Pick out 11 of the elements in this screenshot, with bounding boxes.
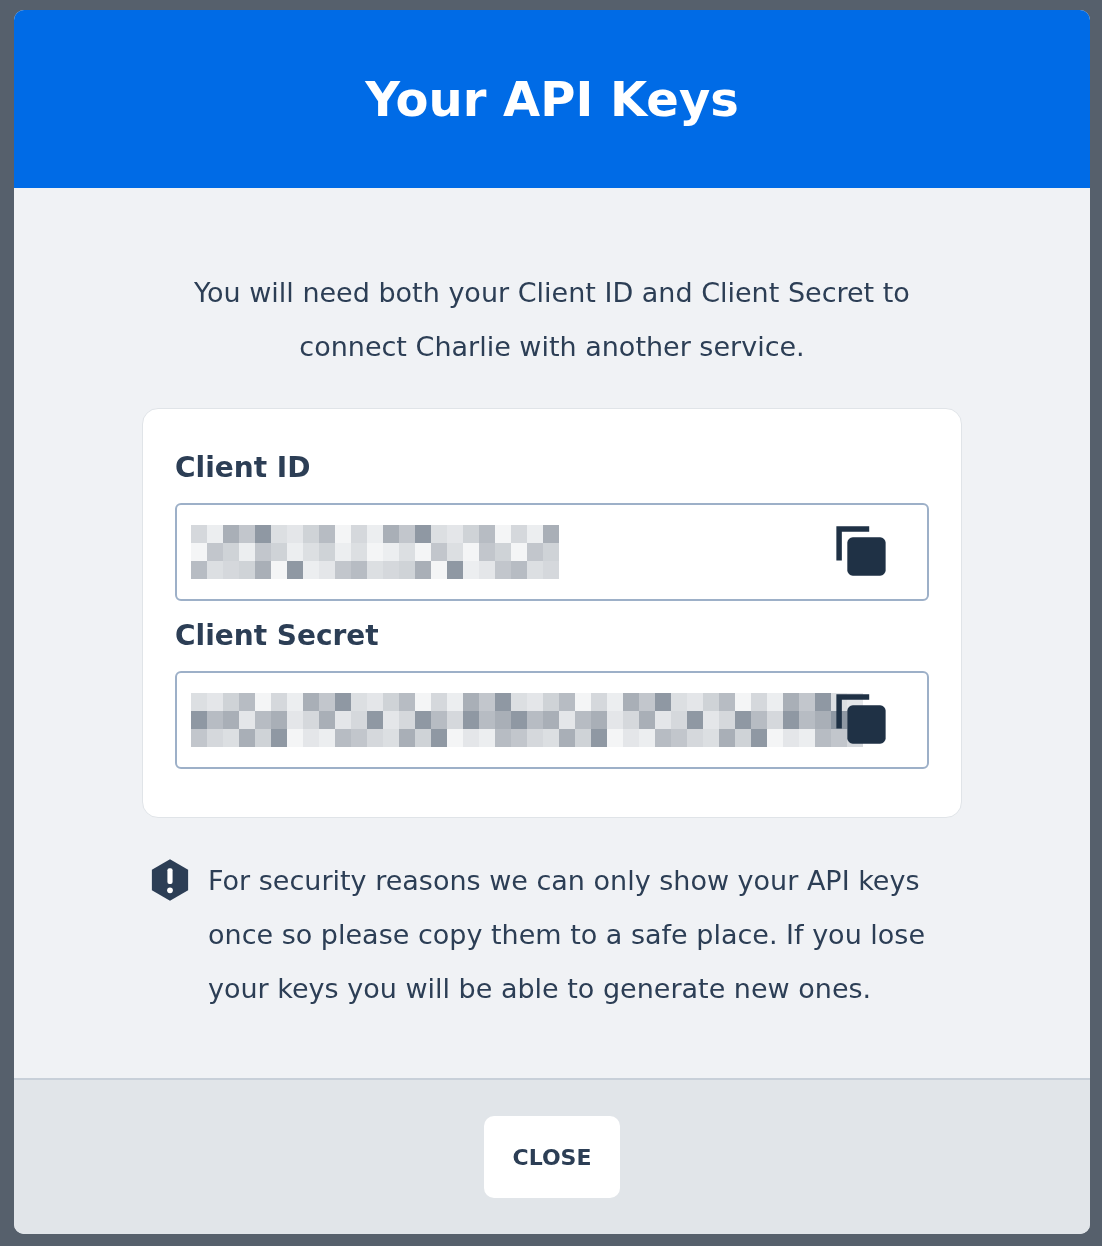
- key-field[interactable]: [175, 503, 929, 601]
- warning-icon: [150, 858, 190, 902]
- field-label: Client Secret: [175, 618, 380, 654]
- warning-text: For security reasons we can only show your API keys once so please copy them to a safe place. If you lose your keys you will be able to generate new ones.: [208, 864, 927, 1006]
- intro-text: You will need both your Client ID and Client Secret to connect Charlie with another service.: [193, 276, 911, 364]
- copy-icon[interactable]: [835, 525, 887, 577]
- close-button[interactable]: CLOSE: [484, 1116, 620, 1198]
- key-field[interactable]: [175, 671, 929, 769]
- copy-icon[interactable]: [835, 693, 887, 745]
- dialog-title: Your API Keys: [365, 71, 739, 127]
- field-label: Client ID: [175, 450, 312, 486]
